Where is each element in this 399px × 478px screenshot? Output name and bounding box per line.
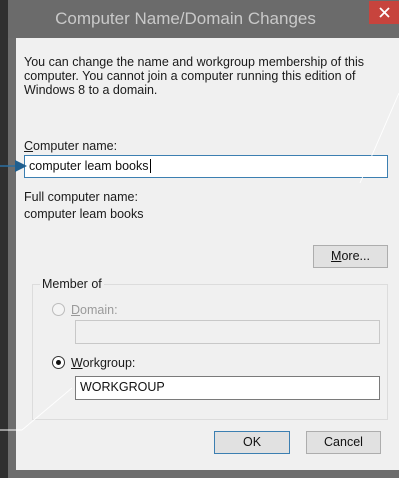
computer-name-dialog: Computer Name/Domain Changes You can cha… — [8, 0, 399, 478]
full-name-value: computer leam books — [24, 207, 144, 221]
computer-name-value: computer leam books — [29, 159, 149, 173]
dialog-title: Computer Name/Domain Changes — [55, 9, 316, 28]
workgroup-label: Workgroup: — [71, 356, 135, 370]
more-button-label-rest: ore... — [341, 249, 370, 263]
dialog-body: You can change the name and workgroup me… — [16, 38, 399, 470]
domain-label: Domain: — [71, 303, 118, 317]
workgroup-label-rest: orkgroup: — [82, 356, 136, 370]
radio-selected-dot — [56, 360, 61, 365]
computer-name-label-accesskey: C — [24, 139, 34, 153]
computer-name-input[interactable]: computer leam books — [24, 155, 388, 178]
workgroup-input[interactable]: WORKGROUP — [75, 376, 380, 400]
title-bar[interactable]: Computer Name/Domain Changes — [8, 0, 399, 38]
workgroup-radio[interactable] — [52, 356, 65, 369]
more-button[interactable]: More... — [313, 245, 388, 268]
workgroup-label-accesskey: W — [71, 356, 83, 370]
domain-input[interactable] — [75, 320, 380, 344]
intro-text: You can change the name and workgroup me… — [24, 55, 365, 97]
workgroup-value: WORKGROUP — [80, 380, 165, 394]
cancel-button[interactable]: Cancel — [306, 431, 381, 454]
member-of-title: Member of — [40, 277, 104, 291]
close-icon — [378, 7, 390, 18]
domain-label-accesskey: D — [71, 303, 81, 317]
computer-name-label-rest: omputer name: — [33, 139, 118, 153]
full-name-label: Full computer name: — [24, 190, 138, 204]
domain-label-rest: omain: — [80, 303, 118, 317]
text-caret — [149, 159, 151, 173]
domain-radio[interactable] — [52, 303, 65, 316]
more-button-accesskey: M — [331, 249, 342, 263]
close-button[interactable] — [369, 1, 399, 24]
ok-button[interactable]: OK — [214, 431, 290, 454]
computer-name-label: Computer name: — [24, 139, 117, 153]
